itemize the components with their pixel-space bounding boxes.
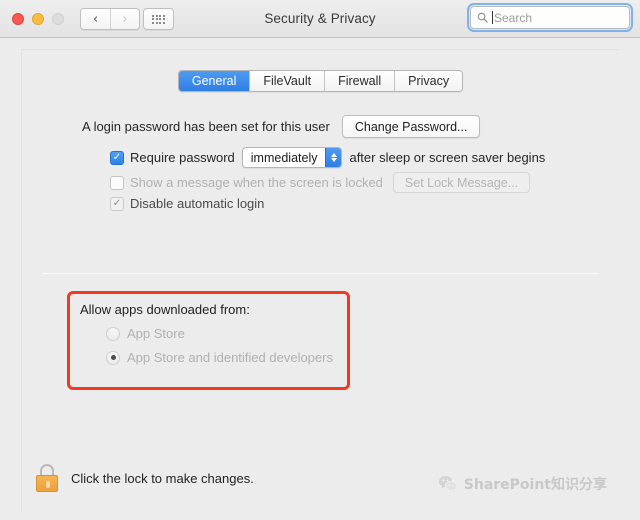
gatekeeper-option-identified-developers: App Store and identified developers xyxy=(106,350,333,365)
tab-filevault[interactable]: FileVault xyxy=(249,71,325,91)
lock-closed-icon[interactable] xyxy=(35,464,59,492)
tab-bar: General FileVault Firewall Privacy xyxy=(177,70,464,92)
wechat-icon xyxy=(438,476,458,493)
tab-general[interactable]: General xyxy=(178,71,250,91)
search-field-wrapper: Search xyxy=(467,3,633,32)
login-password-row: A login password has been set for this u… xyxy=(82,115,599,138)
search-icon xyxy=(477,12,488,23)
text-caret xyxy=(492,11,493,24)
radio-identified-developers xyxy=(106,350,120,365)
preferences-content: General FileVault Firewall Privacy A log… xyxy=(0,39,640,520)
tab-privacy[interactable]: Privacy xyxy=(394,71,463,91)
radio-app-store xyxy=(106,326,120,341)
show-lock-message-label: Show a message when the screen is locked xyxy=(130,175,383,190)
checkmark-icon: ✓ xyxy=(112,151,122,163)
radio-selected-dot xyxy=(110,355,116,360)
preferences-panel: General FileVault Firewall Privacy A log… xyxy=(21,49,619,512)
gatekeeper-title: Allow apps downloaded from: xyxy=(80,302,250,317)
password-delay-select[interactable]: immediately xyxy=(241,147,343,168)
disable-auto-login-row: ✓ Disable automatic login xyxy=(110,196,609,211)
radio-app-store-label: App Store xyxy=(127,326,185,341)
lock-footer[interactable]: Click the lock to make changes. xyxy=(35,464,254,492)
radio-identified-developers-label: App Store and identified developers xyxy=(127,350,333,365)
watermark-text: SharePoint知识分享 xyxy=(463,477,607,493)
section-divider xyxy=(42,273,599,274)
require-password-row: ✓ Require password immediately after sle… xyxy=(110,147,609,168)
require-password-label: Require password xyxy=(130,150,235,165)
disable-auto-login-label: Disable automatic login xyxy=(130,196,265,211)
set-lock-message-button: Set Lock Message... xyxy=(392,172,531,193)
login-password-status: A login password has been set for this u… xyxy=(82,119,330,134)
password-delay-value: immediately xyxy=(250,150,318,165)
gatekeeper-option-app-store: App Store xyxy=(106,326,185,341)
show-lock-message-row: Show a message when the screen is locked… xyxy=(110,172,609,193)
lock-footer-text: Click the lock to make changes. xyxy=(71,470,254,486)
require-password-trailing-label: after sleep or screen saver begins xyxy=(349,150,546,165)
change-password-button[interactable]: Change Password... xyxy=(341,115,481,138)
window-titlebar: ‹ › Security & Privacy Search xyxy=(0,0,640,38)
security-privacy-window: ‹ › Security & Privacy Search General Fi… xyxy=(0,0,640,520)
tab-firewall[interactable]: Firewall xyxy=(324,71,395,91)
search-input[interactable]: Search xyxy=(470,6,630,29)
search-placeholder: Search xyxy=(494,10,533,25)
show-lock-message-checkbox xyxy=(110,175,124,190)
tab-bar-wrapper: General FileVault Firewall Privacy xyxy=(22,70,619,92)
watermark: SharePoint知识分享 xyxy=(438,474,607,494)
disable-auto-login-checkbox: ✓ xyxy=(110,196,124,211)
checkmark-icon: ✓ xyxy=(112,197,122,209)
chevron-updown-icon xyxy=(325,148,342,167)
require-password-checkbox[interactable]: ✓ xyxy=(110,150,124,165)
